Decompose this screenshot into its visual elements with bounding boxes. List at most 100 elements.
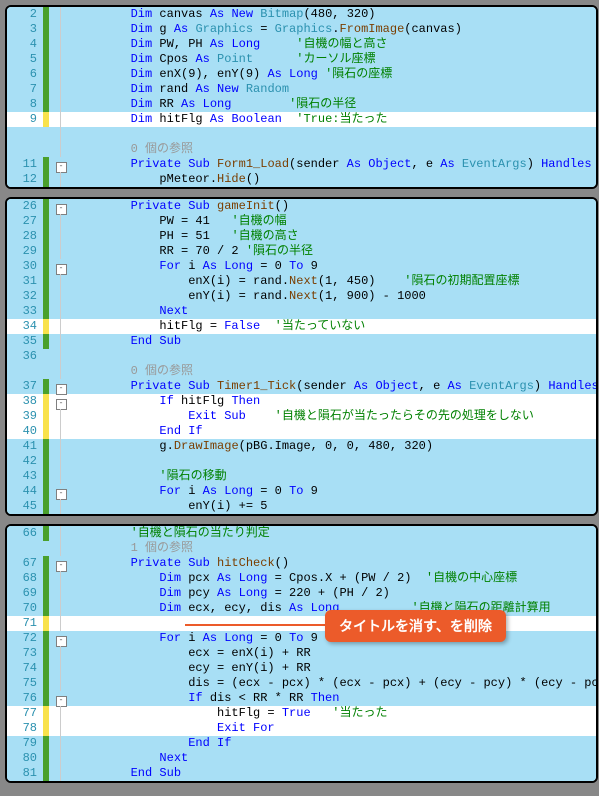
code-line[interactable]: 77 hitFlg = True '当たった <box>7 706 596 721</box>
outline-gutter[interactable] <box>49 469 73 484</box>
outline-gutter[interactable] <box>49 37 73 52</box>
code-line[interactable]: 67- Private Sub hitCheck() <box>7 556 596 571</box>
outline-gutter[interactable] <box>49 424 73 439</box>
outline-gutter[interactable] <box>49 7 73 22</box>
code-line[interactable]: 43 '隕石の移動 <box>7 469 596 484</box>
code-content[interactable] <box>73 454 596 469</box>
code-content[interactable]: Private Sub Timer1_Tick(sender As Object… <box>73 379 596 394</box>
code-content[interactable]: End Sub <box>73 334 596 349</box>
outline-gutter[interactable] <box>49 541 73 556</box>
code-content[interactable]: '自機と隕石の当たり判定 <box>73 526 596 541</box>
code-line[interactable]: 38- If hitFlg Then <box>7 394 596 409</box>
outline-gutter[interactable] <box>49 616 73 631</box>
code-line[interactable]: 45 enY(i) += 5 <box>7 499 596 514</box>
code-line[interactable]: 12 pMeteor.Hide() <box>7 172 596 187</box>
outline-gutter[interactable] <box>49 22 73 37</box>
outline-gutter[interactable] <box>49 112 73 127</box>
code-line[interactable]: 11- Private Sub Form1_Load(sender As Obj… <box>7 157 596 172</box>
code-line[interactable]: 6 Dim enX(9), enY(9) As Long '隕石の座標 <box>7 67 596 82</box>
outline-gutter[interactable] <box>49 706 73 721</box>
code-content[interactable]: Dim pcx As Long = Cpos.X + (PW / 2) '自機の… <box>73 571 596 586</box>
outline-gutter[interactable] <box>49 571 73 586</box>
outline-gutter[interactable] <box>49 52 73 67</box>
code-line[interactable]: 29 RR = 70 / 2 '隕石の半径 <box>7 244 596 259</box>
outline-gutter[interactable] <box>49 364 73 379</box>
code-content[interactable]: '隕石の移動 <box>73 469 596 484</box>
outline-gutter[interactable]: - <box>49 484 73 499</box>
code-line[interactable]: 5 Dim Cpos As Point 'カーソル座標 <box>7 52 596 67</box>
code-content[interactable]: If hitFlg Then <box>73 394 596 409</box>
code-line[interactable]: 7 Dim rand As New Random <box>7 82 596 97</box>
code-content[interactable]: Next <box>73 304 596 319</box>
code-content[interactable]: End If <box>73 424 596 439</box>
code-content[interactable]: ecx = enX(i) + RR <box>73 646 596 661</box>
outline-gutter[interactable] <box>49 721 73 736</box>
outline-gutter[interactable] <box>49 67 73 82</box>
code-line[interactable]: 26- Private Sub gameInit() <box>7 199 596 214</box>
code-content[interactable]: For i As Long = 0 To 9 <box>73 259 596 274</box>
outline-gutter[interactable] <box>49 766 73 781</box>
code-content[interactable]: Private Sub Form1_Load(sender As Object,… <box>73 157 596 172</box>
outline-gutter[interactable] <box>49 319 73 334</box>
outline-gutter[interactable] <box>49 454 73 469</box>
outline-gutter[interactable] <box>49 499 73 514</box>
code-line[interactable]: 42 <box>7 454 596 469</box>
code-content[interactable]: Next <box>73 751 596 766</box>
outline-gutter[interactable] <box>49 661 73 676</box>
outline-gutter[interactable] <box>49 676 73 691</box>
outline-gutter[interactable] <box>49 97 73 112</box>
code-content[interactable]: Dim enX(9), enY(9) As Long '隕石の座標 <box>73 67 596 82</box>
code-line[interactable]: 41 g.DrawImage(pBG.Image, 0, 0, 480, 320… <box>7 439 596 454</box>
code-line[interactable]: 79 End If <box>7 736 596 751</box>
code-line[interactable]: 0 個の参照 <box>7 142 596 157</box>
code-content[interactable]: Dim pcy As Long = 220 + (PH / 2) <box>73 586 596 601</box>
code-line[interactable]: 75 dis = (ecx - pcx) * (ecx - pcx) + (ec… <box>7 676 596 691</box>
outline-gutter[interactable] <box>49 244 73 259</box>
code-content[interactable]: Private Sub hitCheck() <box>73 556 596 571</box>
code-content[interactable]: 0 個の参照 <box>73 364 596 379</box>
code-content[interactable]: For i As Long = 0 To 9 <box>73 484 596 499</box>
outline-gutter[interactable] <box>49 172 73 187</box>
code-line[interactable]: 40 End If <box>7 424 596 439</box>
code-line[interactable]: 27 PW = 41 '自機の幅 <box>7 214 596 229</box>
outline-gutter[interactable] <box>49 289 73 304</box>
code-content[interactable]: g.DrawImage(pBG.Image, 0, 0, 480, 320) <box>73 439 596 454</box>
outline-gutter[interactable]: - <box>49 157 73 172</box>
code-content[interactable]: Dim RR As Long '隕石の半径 <box>73 97 596 112</box>
outline-gutter[interactable] <box>49 751 73 766</box>
code-line[interactable]: 78 Exit For <box>7 721 596 736</box>
outline-gutter[interactable]: - <box>49 199 73 214</box>
code-content[interactable] <box>73 349 596 364</box>
code-content[interactable]: Dim canvas As New Bitmap(480, 320) <box>73 7 596 22</box>
code-line[interactable]: 39 Exit Sub '自機と隕石が当たったらその先の処理をしない <box>7 409 596 424</box>
code-content[interactable]: PW = 41 '自機の幅 <box>73 214 596 229</box>
outline-gutter[interactable]: - <box>49 691 73 706</box>
code-content[interactable]: Private Sub gameInit() <box>73 199 596 214</box>
outline-gutter[interactable] <box>49 229 73 244</box>
code-line[interactable]: 68 Dim pcx As Long = Cpos.X + (PW / 2) '… <box>7 571 596 586</box>
code-content[interactable]: hitFlg = False '当たっていない <box>73 319 596 334</box>
code-content[interactable]: Exit For <box>73 721 596 736</box>
code-line[interactable]: 72- For i As Long = 0 To 9 <box>7 631 596 646</box>
outline-gutter[interactable] <box>49 304 73 319</box>
code-line[interactable]: 36 <box>7 349 596 364</box>
code-line[interactable]: 28 PH = 51 '自機の高さ <box>7 229 596 244</box>
outline-gutter[interactable] <box>49 526 73 541</box>
code-content[interactable]: dis = (ecx - pcx) * (ecx - pcx) + (ecy -… <box>73 676 596 691</box>
code-content[interactable]: hitFlg = True '当たった <box>73 706 596 721</box>
code-line[interactable]: 33 Next <box>7 304 596 319</box>
code-line[interactable]: 2 Dim canvas As New Bitmap(480, 320) <box>7 7 596 22</box>
outline-gutter[interactable] <box>49 214 73 229</box>
outline-gutter[interactable]: - <box>49 259 73 274</box>
outline-gutter[interactable] <box>49 142 73 157</box>
code-content[interactable]: enY(i) += 5 <box>73 499 596 514</box>
outline-gutter[interactable] <box>49 334 73 349</box>
outline-gutter[interactable]: - <box>49 556 73 571</box>
code-line[interactable]: 35 End Sub <box>7 334 596 349</box>
code-content[interactable]: enX(i) = rand.Next(1, 450) '隕石の初期配置座標 <box>73 274 596 289</box>
code-line[interactable]: 44- For i As Long = 0 To 9 <box>7 484 596 499</box>
code-content[interactable]: ecy = enY(i) + RR <box>73 661 596 676</box>
outline-gutter[interactable] <box>49 586 73 601</box>
code-content[interactable]: End If <box>73 736 596 751</box>
code-line[interactable]: 34 hitFlg = False '当たっていない <box>7 319 596 334</box>
